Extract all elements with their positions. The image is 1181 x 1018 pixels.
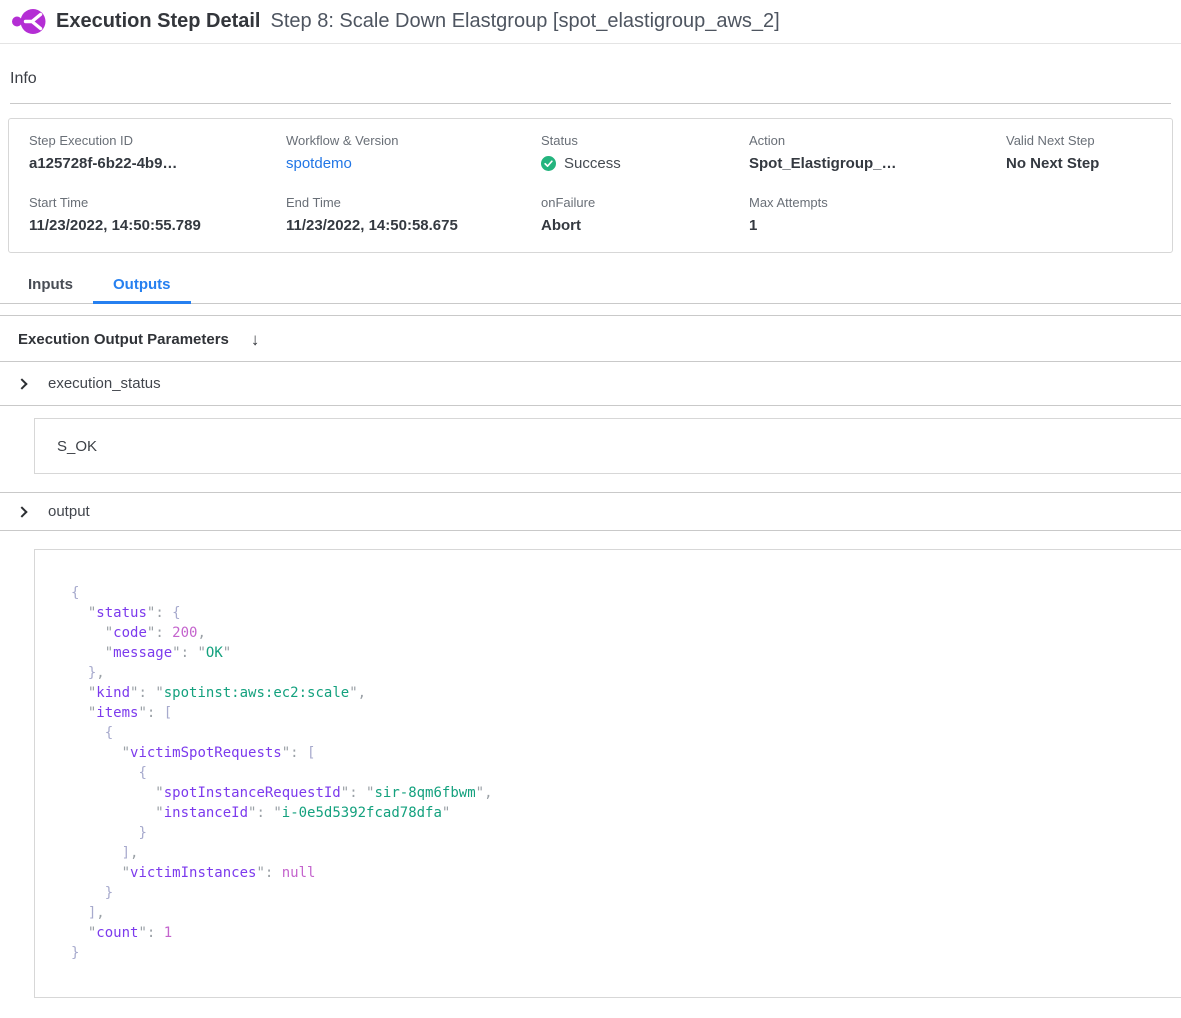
field-onfailure: onFailure Abort	[541, 195, 749, 234]
step-info-card: Step Execution ID a125728f-6b22-4b9… Wor…	[8, 118, 1173, 253]
page-subtitle: Step 8: Scale Down Elastgroup [spot_elas…	[271, 10, 780, 33]
output-json-code: { "status": { "code": 200, "message": "O…	[71, 583, 1161, 963]
param-row-output[interactable]: output	[0, 492, 1181, 531]
field-status: Status Success	[541, 133, 749, 173]
field-value: a125728f-6b22-4b9…	[29, 155, 286, 172]
success-check-icon	[541, 156, 556, 171]
field-value: 11/23/2022, 14:50:58.675	[286, 217, 541, 234]
param-row-execution-status[interactable]: execution_status	[0, 362, 1181, 406]
field-action: Action Spot_Elastigroup_…	[749, 133, 1006, 173]
section-title: Execution Output Parameters	[18, 331, 229, 348]
field-step-execution-id: Step Execution ID a125728f-6b22-4b9…	[29, 133, 286, 173]
field-label: End Time	[286, 195, 541, 210]
field-workflow-version: Workflow & Version spotdemo	[286, 133, 541, 173]
field-max-attempts: Max Attempts 1	[749, 195, 1006, 234]
execution-status-value-panel: S_OK	[34, 418, 1181, 474]
arrow-down-icon[interactable]: ↓	[251, 331, 260, 348]
field-label: Step Execution ID	[29, 133, 286, 148]
tab-outputs[interactable]: Outputs	[93, 267, 191, 304]
info-section-heading: Info	[10, 44, 1171, 104]
page-title: Execution Step Detail	[56, 10, 261, 33]
field-value: Abort	[541, 217, 749, 234]
field-label: Max Attempts	[749, 195, 1006, 210]
chevron-right-icon[interactable]	[16, 378, 27, 389]
app-header: Execution Step Detail Step 8: Scale Down…	[0, 0, 1181, 44]
field-label: Workflow & Version	[286, 133, 541, 148]
workflow-link[interactable]: spotdemo	[286, 155, 352, 172]
field-value: 1	[749, 217, 1006, 234]
chevron-right-icon[interactable]	[16, 506, 27, 517]
resolve-logo-icon	[12, 8, 46, 35]
field-value: Spot_Elastigroup_…	[749, 155, 1006, 172]
tab-inputs[interactable]: Inputs	[8, 267, 93, 304]
field-label: Valid Next Step	[1006, 133, 1172, 148]
field-label: Start Time	[29, 195, 286, 210]
field-label: Action	[749, 133, 1006, 148]
status-badge: Success	[564, 155, 621, 172]
inputs-outputs-tabs: Inputs Outputs	[0, 267, 1181, 304]
param-name: output	[48, 503, 90, 520]
execution-status-value: S_OK	[57, 438, 97, 455]
field-end-time: End Time 11/23/2022, 14:50:58.675	[286, 195, 541, 234]
field-value: 11/23/2022, 14:50:55.789	[29, 217, 286, 234]
field-label: onFailure	[541, 195, 749, 210]
field-label: Status	[541, 133, 749, 148]
field-valid-next-step: Valid Next Step No Next Step	[1006, 133, 1172, 173]
param-name: execution_status	[48, 375, 161, 392]
output-parameters-section-bar: Execution Output Parameters ↓	[0, 315, 1181, 362]
field-start-time: Start Time 11/23/2022, 14:50:55.789	[29, 195, 286, 234]
field-value: No Next Step	[1006, 155, 1172, 172]
output-json-panel: { "status": { "code": 200, "message": "O…	[34, 549, 1181, 998]
